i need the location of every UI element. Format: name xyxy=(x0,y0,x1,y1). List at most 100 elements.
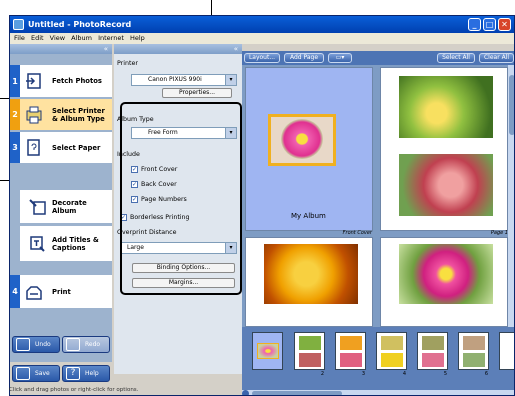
undo-icon xyxy=(16,338,30,351)
app-window: Untitled - PhotoRecord _ □ ✕ File Edit V… xyxy=(9,15,515,396)
close-icon[interactable]: ✕ xyxy=(498,18,511,31)
fetch-photos-icon xyxy=(26,73,41,89)
step-label: Print xyxy=(52,288,71,296)
paper-icon xyxy=(27,139,40,156)
menu-file[interactable]: File xyxy=(14,34,25,42)
clear-all-button[interactable]: Clear All xyxy=(479,53,514,63)
page3-photo[interactable] xyxy=(399,244,493,304)
thumb-image xyxy=(422,336,444,350)
step-select-paper[interactable]: 3 Select Paper xyxy=(10,132,112,164)
save-button[interactable]: Save xyxy=(12,365,60,382)
page1-photo-bottom[interactable] xyxy=(399,154,493,216)
thumb-number: 5 xyxy=(443,371,447,377)
thumb-image xyxy=(381,336,403,350)
save-label: Save xyxy=(35,370,50,377)
step-number: 3 xyxy=(10,132,20,163)
minimize-icon[interactable]: _ xyxy=(468,18,481,31)
front-cover-caption: Front Cover xyxy=(342,230,372,236)
panel-collapse-button[interactable]: « xyxy=(114,44,242,54)
status-bar-text: Click and drag photos or right-click for… xyxy=(9,387,139,393)
maximize-icon[interactable]: □ xyxy=(483,18,496,31)
step-label: Add Titles & Captions xyxy=(52,236,99,252)
printer-select[interactable]: Canon PIXUS 990i ▾ xyxy=(131,74,237,86)
step-label: Fetch Photos xyxy=(52,77,102,85)
pink-flower xyxy=(281,119,323,159)
scroll-left-icon[interactable] xyxy=(242,390,249,395)
page-1[interactable] xyxy=(380,67,508,231)
cover-photo[interactable] xyxy=(268,114,336,166)
page1-photo-top[interactable] xyxy=(399,76,493,138)
thumb-image xyxy=(463,336,485,350)
step-number: 4 xyxy=(10,275,20,308)
printer-value: Canon PIXUS 990i xyxy=(148,76,202,83)
menu-help[interactable]: Help xyxy=(130,34,145,42)
horizontal-scrollbar[interactable] xyxy=(242,390,514,395)
step-number: 1 xyxy=(10,65,20,97)
step-add-titles[interactable]: Add Titles & Captions xyxy=(20,226,112,262)
save-icon xyxy=(16,367,30,380)
album-canvas: My Album Front Cover Page 1 xyxy=(242,65,508,327)
chevron-down-icon: ▾ xyxy=(225,75,236,85)
thumb-image xyxy=(299,336,321,350)
album-title-text[interactable]: My Album xyxy=(291,211,326,221)
scroll-thumb[interactable] xyxy=(509,75,514,135)
decorate-icon xyxy=(29,199,46,215)
page-2[interactable] xyxy=(245,237,373,327)
layout-button[interactable]: Layout... xyxy=(244,53,280,63)
menu-edit[interactable]: Edit xyxy=(31,34,44,42)
scroll-thumb[interactable] xyxy=(252,391,342,395)
menu-album[interactable]: Album xyxy=(71,34,92,42)
step-fetch-photos[interactable]: 1 Fetch Photos xyxy=(10,65,112,98)
menu-bar: File Edit View Album Internet Help xyxy=(10,33,514,44)
menu-view[interactable]: View xyxy=(50,34,65,42)
thumb-image xyxy=(257,343,279,359)
view-mode-button[interactable]: ▭▾ xyxy=(328,53,352,63)
titles-icon xyxy=(30,236,45,252)
step-navigation: « 1 Fetch Photos 2 Select Printer & Albu… xyxy=(10,44,112,362)
thumb-image xyxy=(422,353,444,367)
undo-label: Undo xyxy=(35,341,51,348)
page1-caption: Page 1 xyxy=(490,230,508,236)
redo-label: Redo xyxy=(85,341,101,348)
page2-photo[interactable] xyxy=(264,244,358,304)
thumbnail[interactable] xyxy=(252,332,283,370)
app-icon xyxy=(13,19,24,30)
undo-button[interactable]: Undo xyxy=(12,336,60,353)
thumbnail-strip: 2 3 4 5 6 xyxy=(242,327,514,390)
properties-button[interactable]: Properties... xyxy=(162,88,232,98)
step-label: Decorate Album xyxy=(52,199,87,215)
thumbnail[interactable]: 5 xyxy=(417,332,448,377)
thumbnail[interactable]: 3 xyxy=(335,332,366,377)
page-3[interactable] xyxy=(380,237,508,327)
help-icon: ? xyxy=(66,367,80,380)
vertical-scrollbar[interactable] xyxy=(508,65,514,327)
add-page-button[interactable]: Add Page xyxy=(284,53,324,63)
thumb-number: 3 xyxy=(361,371,365,377)
grid-view-icon: ▭▾ xyxy=(335,54,345,61)
highlight-frame xyxy=(120,102,242,295)
thumb-number: 2 xyxy=(320,371,324,377)
thumbnail[interactable]: 4 xyxy=(376,332,407,377)
thumb-number: 6 xyxy=(484,371,488,377)
menu-internet[interactable]: Internet xyxy=(98,34,124,42)
step-print[interactable]: 4 Print xyxy=(10,275,112,309)
thumbnail[interactable]: 2 xyxy=(294,332,325,377)
thumbnail[interactable]: 6 xyxy=(458,332,489,377)
step-label: Select Printer & Album Type xyxy=(52,107,105,123)
step-decorate-album[interactable]: Decorate Album xyxy=(20,190,112,224)
title-bar: Untitled - PhotoRecord _ □ ✕ xyxy=(10,16,514,33)
thumb-image xyxy=(381,353,403,367)
print-icon xyxy=(26,286,42,300)
thumbnail[interactable] xyxy=(499,332,514,370)
printer-icon xyxy=(26,106,42,124)
thumb-image xyxy=(299,353,321,367)
help-button[interactable]: ? Help xyxy=(62,365,110,382)
front-cover-page[interactable]: My Album xyxy=(245,67,373,231)
thumb-image xyxy=(340,353,362,367)
redo-button[interactable]: Redo xyxy=(62,336,110,353)
thumb-image xyxy=(340,336,362,350)
step-select-printer[interactable]: 2 Select Printer & Album Type xyxy=(10,99,112,131)
help-label: Help xyxy=(85,370,99,377)
nav-collapse-button[interactable]: « xyxy=(10,44,112,54)
select-all-button[interactable]: Select All xyxy=(437,53,475,63)
